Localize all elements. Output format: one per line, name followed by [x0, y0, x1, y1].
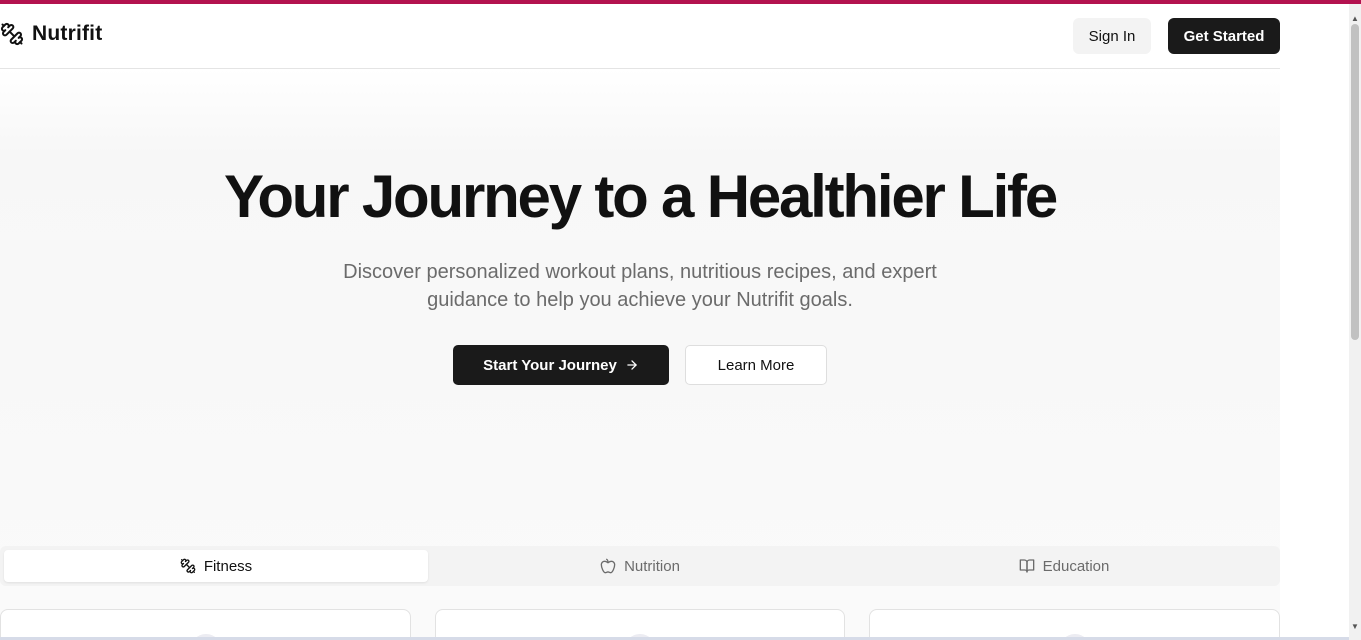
brand-name: Nutrifit	[32, 22, 103, 45]
page: Nutrifit Sign In Get Started Your Journe…	[0, 4, 1280, 640]
hero-subtitle: Discover personalized workout plans, nut…	[300, 258, 980, 314]
content-card[interactable]	[869, 609, 1280, 640]
content-card[interactable]	[435, 609, 845, 640]
dumbbell-icon	[180, 558, 196, 574]
hero-title: Your Journey to a Healthier Life	[223, 163, 1058, 230]
tab-label: Nutrition	[624, 557, 680, 575]
tab-label: Education	[1042, 557, 1110, 575]
vertical-scrollbar[interactable]: ▲ ▼	[1349, 4, 1361, 640]
arrow-right-icon	[627, 360, 637, 370]
tab-fitness[interactable]: Fitness	[4, 550, 428, 582]
category-tabs: Fitness Nutrition Education	[0, 546, 1280, 586]
site-header: Nutrifit Sign In Get Started	[0, 4, 1280, 69]
tab-education[interactable]: Education	[852, 550, 1276, 582]
tab-label: Fitness	[203, 557, 253, 575]
scroll-up-arrow-icon[interactable]: ▲	[1351, 14, 1359, 23]
start-journey-label: Start Your Journey	[483, 356, 617, 374]
sign-in-button[interactable]: Sign In	[1073, 18, 1151, 54]
start-journey-button[interactable]: Start Your Journey	[453, 345, 669, 385]
apple-icon	[600, 558, 616, 574]
scroll-down-arrow-icon[interactable]: ▼	[1351, 622, 1359, 631]
content-card[interactable]	[0, 609, 411, 640]
book-open-icon	[1019, 559, 1034, 573]
dumbbell-icon	[0, 22, 23, 46]
learn-more-button[interactable]: Learn More	[685, 345, 827, 385]
tab-nutrition[interactable]: Nutrition	[428, 550, 852, 582]
scrollbar-thumb[interactable]	[1351, 24, 1359, 340]
get-started-button[interactable]: Get Started	[1168, 18, 1280, 54]
hero-subtitle-line2: guidance to help you achieve your Nutrif…	[427, 289, 853, 311]
hero-subtitle-line1: Discover personalized workout plans, nut…	[343, 261, 937, 283]
brand-logo[interactable]: Nutrifit	[0, 22, 102, 46]
